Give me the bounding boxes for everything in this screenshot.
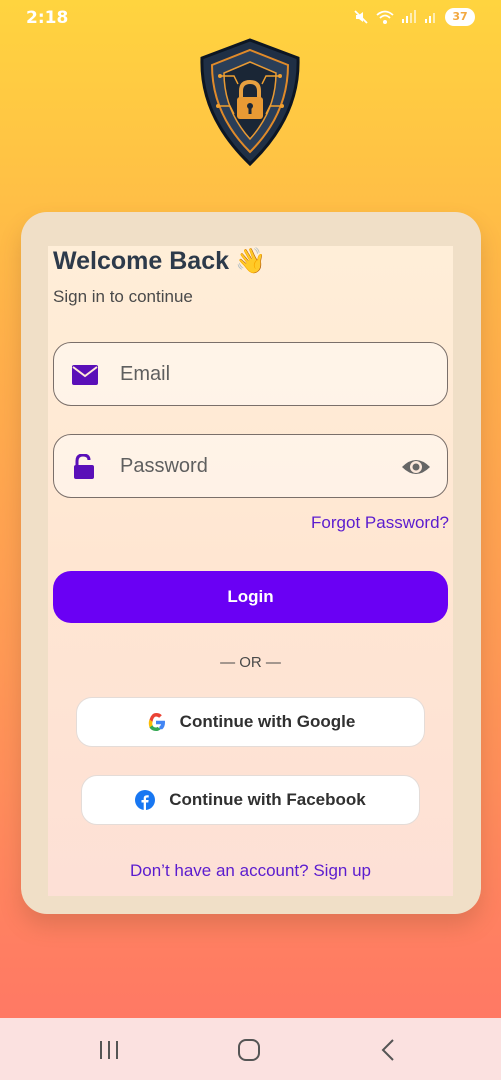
- google-icon: [146, 712, 166, 732]
- mail-icon: [71, 362, 99, 388]
- status-icons: 37: [353, 8, 475, 26]
- login-button[interactable]: Login: [53, 571, 448, 623]
- password-field[interactable]: [53, 434, 448, 498]
- password-input[interactable]: [120, 435, 380, 497]
- facebook-button-label: Continue with Facebook: [169, 790, 366, 809]
- signal-icon: [401, 10, 417, 24]
- shield-lock-logo: [190, 36, 310, 168]
- status-bar: 2:18 37: [0, 0, 501, 36]
- facebook-icon: [135, 790, 156, 810]
- unlock-icon: [71, 453, 99, 480]
- forgot-password-link[interactable]: Forgot Password?: [311, 513, 449, 533]
- google-signin-button[interactable]: Continue with Google: [76, 697, 425, 747]
- back-icon[interactable]: [376, 1038, 402, 1062]
- email-field[interactable]: [53, 342, 448, 406]
- signal-icon-2: [424, 10, 438, 24]
- signup-link[interactable]: Don’t have an account? Sign up: [0, 861, 501, 881]
- welcome-title: Welcome Back 👋: [53, 247, 266, 276]
- battery-indicator: 37: [445, 8, 475, 26]
- wave-emoji: 👋: [235, 247, 267, 275]
- eye-icon[interactable]: [401, 454, 431, 480]
- status-time: 2:18: [26, 8, 69, 28]
- google-button-label: Continue with Google: [179, 712, 356, 731]
- subtitle: Sign in to continue: [53, 287, 193, 306]
- mute-icon: [353, 9, 369, 25]
- wifi-icon: [376, 10, 394, 25]
- email-input[interactable]: [120, 343, 380, 405]
- facebook-signin-button[interactable]: Continue with Facebook: [81, 775, 420, 825]
- recent-apps-icon[interactable]: [96, 1038, 122, 1062]
- or-divider: — OR —: [220, 654, 281, 671]
- home-icon[interactable]: [236, 1038, 262, 1062]
- title-text: Welcome Back: [53, 247, 230, 275]
- navigation-bar: [0, 1018, 501, 1080]
